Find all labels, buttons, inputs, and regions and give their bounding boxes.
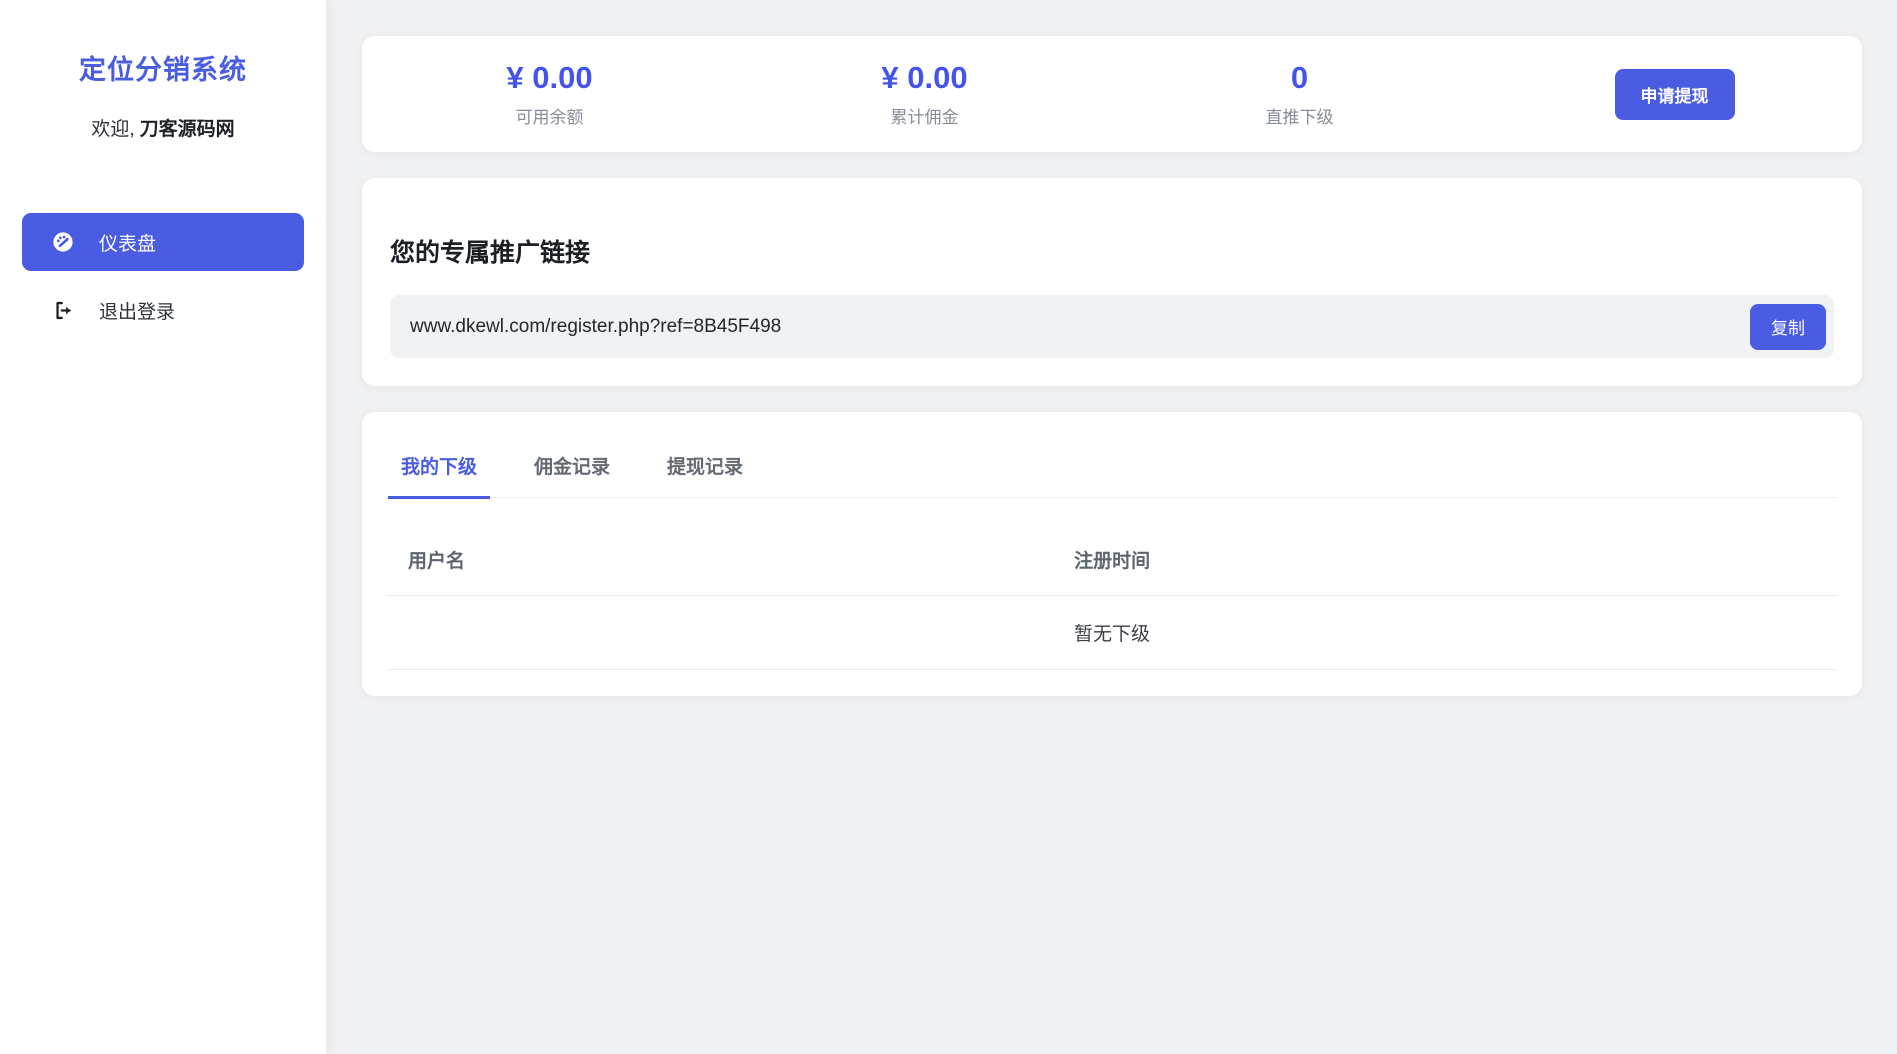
stat-total-commission: ¥ 0.00 累计佣金 <box>737 60 1112 128</box>
sidebar-item-dashboard[interactable]: 仪表盘 <box>22 213 304 271</box>
tab-commission-records[interactable]: 佣金记录 <box>521 438 623 499</box>
stat-value: ¥ 0.00 <box>737 60 1112 96</box>
tab-my-subordinates[interactable]: 我的下级 <box>388 438 490 499</box>
withdraw-button[interactable]: 申请提现 <box>1615 69 1735 120</box>
stat-value: 0 <box>1112 60 1487 96</box>
promo-card: 您的专属推广链接 www.dkewl.com/register.php?ref=… <box>362 178 1862 386</box>
column-header-register-time: 注册时间 <box>1054 524 1836 596</box>
stat-direct-referrals: 0 直推下级 <box>1112 60 1487 128</box>
copy-button[interactable]: 复制 <box>1750 304 1826 350</box>
records-card: 我的下级 佣金记录 提现记录 用户名 注册时间 暂无下级 <box>362 412 1862 696</box>
welcome-username: 刀客源码网 <box>140 119 235 140</box>
welcome-prefix: 欢迎, <box>91 119 134 140</box>
stat-value: ¥ 0.00 <box>362 60 737 96</box>
sidebar-item-label: 退出登录 <box>99 297 175 324</box>
sidebar-item-label: 仪表盘 <box>99 229 156 256</box>
table-header-row: 用户名 注册时间 <box>388 524 1836 596</box>
stat-label: 累计佣金 <box>737 103 1112 128</box>
referral-link-box[interactable]: www.dkewl.com/register.php?ref=8B45F498 … <box>390 295 1834 358</box>
sidebar: 定位分销系统 欢迎, 刀客源码网 仪表盘 <box>0 0 327 1054</box>
main-content: ¥ 0.00 可用余额 ¥ 0.00 累计佣金 0 直推下级 申请提现 您的专属… <box>327 0 1897 1054</box>
referral-link[interactable]: www.dkewl.com/register.php?ref=8B45F498 <box>390 316 1750 338</box>
records-tabs: 我的下级 佣金记录 提现记录 <box>388 438 1836 498</box>
stat-available-balance: ¥ 0.00 可用余额 <box>362 60 737 128</box>
stat-action-area: 申请提现 <box>1487 69 1862 120</box>
table-empty-row: 暂无下级 <box>388 596 1836 670</box>
dashboard-icon <box>52 231 74 253</box>
subordinates-table: 用户名 注册时间 暂无下级 <box>388 524 1836 670</box>
empty-state-text: 暂无下级 <box>388 596 1836 670</box>
welcome-text: 欢迎, 刀客源码网 <box>0 114 326 141</box>
stat-label: 直推下级 <box>1112 103 1487 128</box>
stat-label: 可用余额 <box>362 103 737 128</box>
promo-heading: 您的专属推广链接 <box>390 233 1834 269</box>
sidebar-menu: 仪表盘 退出登录 <box>0 213 326 339</box>
app-title: 定位分销系统 <box>0 48 326 87</box>
sidebar-item-logout[interactable]: 退出登录 <box>22 281 304 339</box>
tab-withdrawal-records[interactable]: 提现记录 <box>654 438 756 499</box>
column-header-username: 用户名 <box>388 524 1054 596</box>
stats-card: ¥ 0.00 可用余额 ¥ 0.00 累计佣金 0 直推下级 申请提现 <box>362 36 1862 152</box>
logout-icon <box>52 299 74 321</box>
